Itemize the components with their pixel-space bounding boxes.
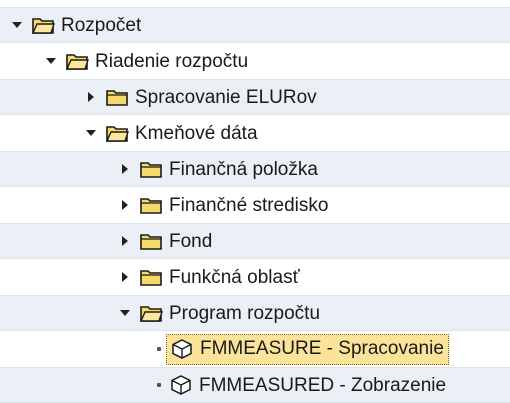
- folder-open-icon: [139, 303, 163, 323]
- tree-node-label: Finančná položka: [169, 158, 318, 180]
- folder-icon: [105, 87, 129, 107]
- bullet-icon: [152, 342, 166, 356]
- tree-node-label: Funkčná oblasť: [169, 266, 300, 288]
- folder-icon: [139, 231, 163, 251]
- tree-node-financne-stredisko[interactable]: Finančné stredisko: [0, 187, 510, 223]
- tree-node-spracovanie-elurov[interactable]: Spracovanie ELURov: [0, 79, 510, 115]
- triangle-right-icon[interactable]: [118, 270, 132, 284]
- folder-open-icon: [31, 15, 55, 35]
- bullet-icon: [152, 378, 166, 392]
- tree-node-label: FMMEASURED - Zobrazenie: [199, 374, 447, 396]
- triangle-down-icon[interactable]: [44, 54, 58, 68]
- tree-node-riadenie-rozpoctu[interactable]: Riadenie rozpočtu: [0, 43, 510, 79]
- folder-icon: [139, 195, 163, 215]
- tree-node-label: FMMEASURE - Spracovanie: [200, 338, 444, 359]
- tree-node-kmenove-data[interactable]: Kmeňové dáta: [0, 115, 510, 151]
- tree-node-program-rozpoctu[interactable]: Program rozpočtu: [0, 295, 510, 331]
- tree-node-fmmeasured[interactable]: FMMEASURED - Zobrazenie: [0, 367, 510, 403]
- triangle-down-icon[interactable]: [118, 306, 132, 320]
- tree-node-fmmeasure[interactable]: FMMEASURE - Spracovanie: [0, 331, 510, 367]
- folder-open-icon: [105, 123, 129, 143]
- selected-node-highlight[interactable]: FMMEASURE - Spracovanie: [166, 333, 449, 365]
- triangle-right-icon[interactable]: [118, 162, 132, 176]
- folder-open-icon: [65, 51, 89, 71]
- tree-node-fond[interactable]: Fond: [0, 223, 510, 259]
- tree-node-label: Rozpočet: [61, 14, 142, 36]
- folder-icon: [139, 267, 163, 287]
- transaction-cube-icon: [170, 374, 192, 396]
- menu-tree: Rozpočet Riadenie rozpočtu Spracovanie E…: [0, 0, 510, 403]
- tree-node-label: Finančné stredisko: [169, 194, 329, 216]
- triangle-down-icon[interactable]: [84, 126, 98, 140]
- tree-node-label: Program rozpočtu: [169, 302, 321, 324]
- tree-node-funkcna-oblast[interactable]: Funkčná oblasť: [0, 259, 510, 295]
- triangle-right-icon[interactable]: [118, 198, 132, 212]
- triangle-down-icon[interactable]: [10, 18, 24, 32]
- folder-icon: [139, 159, 163, 179]
- transaction-cube-icon: [171, 338, 193, 360]
- tree-node-financna-polozka[interactable]: Finančná položka: [0, 151, 510, 187]
- tree-node-label: Riadenie rozpočtu: [95, 50, 249, 72]
- tree-node-label: Kmeňové dáta: [135, 122, 258, 144]
- triangle-right-icon[interactable]: [84, 90, 98, 104]
- tree-node-rozpocet[interactable]: Rozpočet: [0, 7, 510, 43]
- tree-node-label: Spracovanie ELURov: [135, 86, 317, 108]
- tree-node-label: Fond: [169, 230, 213, 252]
- triangle-right-icon[interactable]: [118, 234, 132, 248]
